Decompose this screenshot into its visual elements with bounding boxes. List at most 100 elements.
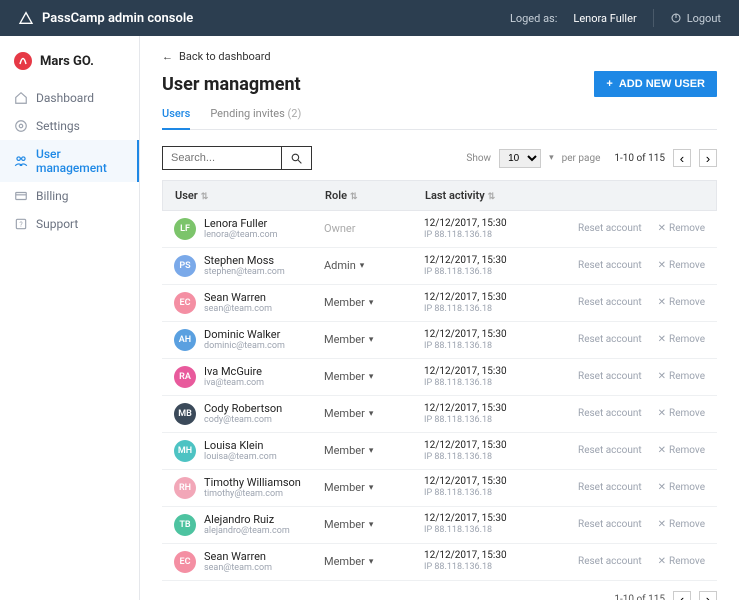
role-select[interactable]: Member▾ (324, 481, 424, 494)
add-new-user-button[interactable]: + ADD NEW USER (594, 71, 717, 97)
activity-ip: IP 88.118.136.18 (424, 230, 554, 241)
user-name: Dominic Walker (204, 328, 285, 341)
reset-account-link[interactable]: Reset account (578, 297, 642, 308)
chevron-down-icon: ▾ (549, 153, 554, 163)
remove-link[interactable]: ✕ Remove (658, 334, 705, 345)
close-icon: ✕ (658, 223, 666, 234)
back-to-dashboard-link[interactable]: ← Back to dashboard (162, 50, 717, 63)
main-content: ← Back to dashboard User managment + ADD… (140, 36, 739, 600)
close-icon: ✕ (658, 482, 666, 493)
user-name: Timothy Williamson (204, 476, 301, 489)
chevron-right-icon: › (706, 151, 710, 166)
close-icon: ✕ (658, 334, 666, 345)
role-label: Admin (324, 259, 356, 272)
role-select[interactable]: Member▾ (324, 370, 424, 383)
reset-account-link[interactable]: Reset account (578, 408, 642, 419)
next-page-button[interactable]: › (699, 149, 717, 167)
sidebar-item-user-management[interactable]: User management (0, 140, 139, 182)
close-icon: ✕ (658, 519, 666, 530)
reset-account-link[interactable]: Reset account (578, 260, 642, 271)
passcamp-logo-icon (18, 10, 34, 26)
col-header-activity[interactable]: Last activity⇅ (425, 189, 555, 202)
sidebar: Mars GO. Dashboard Settings User managem… (0, 36, 140, 600)
org-name: Mars GO. (40, 54, 94, 69)
col-header-user[interactable]: User⇅ (175, 189, 325, 202)
activity-ip: IP 88.118.136.18 (424, 341, 554, 352)
avatar: MB (174, 403, 196, 425)
chevron-left-icon: ‹ (680, 592, 684, 600)
reset-account-link[interactable]: Reset account (578, 334, 642, 345)
role-select[interactable]: Member▾ (324, 333, 424, 346)
search-input[interactable] (162, 146, 282, 170)
user-email: alejandro@team.com (204, 526, 290, 537)
reset-account-link[interactable]: Reset account (578, 223, 642, 234)
role-label: Member (324, 555, 365, 568)
prev-page-button[interactable]: ‹ (673, 149, 691, 167)
svg-text:?: ? (19, 221, 23, 229)
user-email: iva@team.com (204, 378, 264, 389)
plus-icon: + (606, 78, 612, 90)
reset-account-link[interactable]: Reset account (578, 482, 642, 493)
reset-account-link[interactable]: Reset account (578, 519, 642, 530)
remove-link[interactable]: ✕ Remove (658, 371, 705, 382)
sidebar-item-settings[interactable]: Settings (0, 112, 139, 140)
user-email: sean@team.com (204, 563, 272, 574)
sort-icon: ⇅ (350, 192, 358, 202)
footer-next-page-button[interactable]: › (699, 591, 717, 600)
user-name: Sean Warren (204, 550, 272, 563)
role-select[interactable]: Member▾ (324, 407, 424, 420)
role-select[interactable]: Member▾ (324, 518, 424, 531)
search-button[interactable] (282, 146, 312, 170)
sidebar-item-support[interactable]: ? Support (0, 210, 139, 238)
remove-link[interactable]: ✕ Remove (658, 519, 705, 530)
role-label: Owner (324, 222, 355, 235)
role-label: Member (324, 333, 365, 346)
remove-link[interactable]: ✕ Remove (658, 445, 705, 456)
show-label: Show (466, 153, 491, 164)
search (162, 146, 312, 170)
col-header-role[interactable]: Role⇅ (325, 189, 425, 202)
chevron-left-icon: ‹ (680, 151, 684, 166)
divider (653, 9, 654, 27)
remove-link[interactable]: ✕ Remove (658, 223, 705, 234)
reset-account-link[interactable]: Reset account (578, 556, 642, 567)
remove-link[interactable]: ✕ Remove (658, 408, 705, 419)
remove-link[interactable]: ✕ Remove (658, 482, 705, 493)
per-page-label: per page (562, 153, 601, 164)
chevron-down-icon: ▾ (369, 298, 374, 308)
sidebar-item-dashboard[interactable]: Dashboard (0, 84, 139, 112)
logout-button[interactable]: Logout (670, 12, 721, 25)
remove-link[interactable]: ✕ Remove (658, 556, 705, 567)
reset-account-link[interactable]: Reset account (578, 445, 642, 456)
footer-prev-page-button[interactable]: ‹ (673, 591, 691, 600)
close-icon: ✕ (658, 556, 666, 567)
role-select[interactable]: Admin▾ (324, 259, 424, 272)
remove-link[interactable]: ✕ Remove (658, 260, 705, 271)
role-select[interactable]: Member ▾ (324, 555, 424, 568)
role-label: Member (324, 444, 365, 457)
table-row: PS Stephen Moss stephen@team.com Admin▾ … (162, 248, 717, 285)
chevron-down-icon: ▾ (369, 557, 374, 567)
sort-icon: ⇅ (488, 192, 496, 202)
tab-users[interactable]: Users (162, 101, 190, 130)
page-size-select[interactable]: 10 (499, 149, 541, 168)
reset-account-link[interactable]: Reset account (578, 371, 642, 382)
avatar: EC (174, 292, 196, 314)
chevron-down-icon: ▾ (369, 483, 374, 493)
logged-as-label: Loged as: (510, 12, 557, 25)
activity-date: 12/12/2017, 15:30 (424, 513, 554, 525)
role-select[interactable]: Member▾ (324, 444, 424, 457)
role-select[interactable]: Member▾ (324, 296, 424, 309)
avatar: RA (174, 366, 196, 388)
arrow-left-icon: ← (162, 50, 173, 63)
sidebar-item-billing[interactable]: Billing (0, 182, 139, 210)
page-title: User managment (162, 74, 301, 95)
table-row: LF Lenora Fuller lenora@team.com Owner 1… (162, 211, 717, 248)
user-name: Iva McGuire (204, 365, 264, 378)
tab-pending-invites[interactable]: Pending invites (2) (210, 101, 301, 129)
user-email: dominic@team.com (204, 341, 285, 352)
remove-link[interactable]: ✕ Remove (658, 297, 705, 308)
activity-date: 12/12/2017, 15:30 (424, 403, 554, 415)
help-icon: ? (14, 217, 28, 231)
avatar: LF (174, 218, 196, 240)
